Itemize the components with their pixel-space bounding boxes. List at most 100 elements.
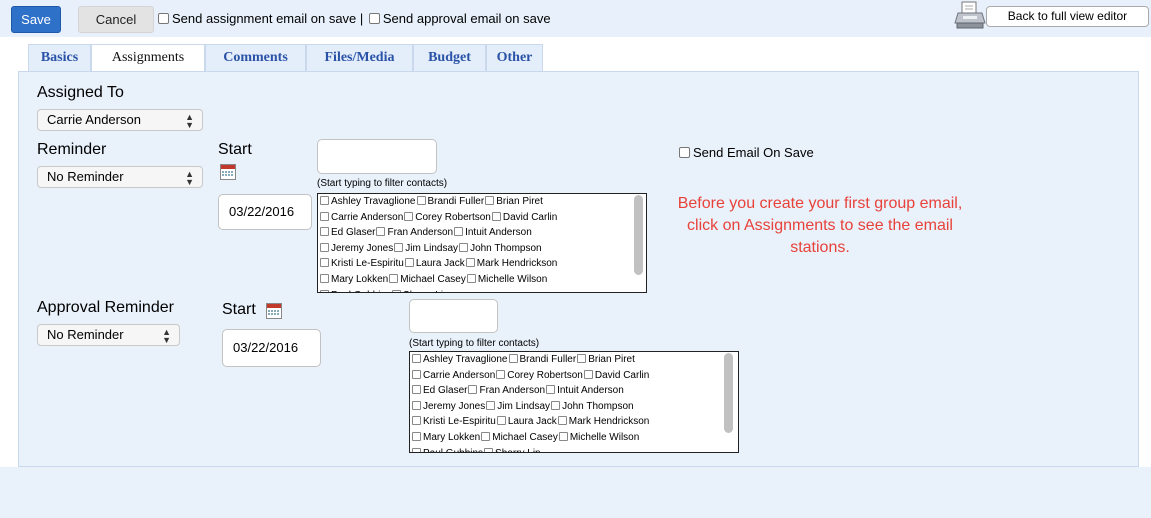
contact-checkbox[interactable] xyxy=(404,211,414,221)
cancel-button[interactable]: Cancel xyxy=(78,6,154,33)
contact-option[interactable]: Ashley Travaglione xyxy=(320,196,416,207)
contact-option[interactable]: Michelle Wilson xyxy=(558,431,639,443)
contact-option[interactable]: Mark Hendrickson xyxy=(465,258,557,269)
calendar-icon[interactable] xyxy=(220,164,236,180)
contact-checkbox[interactable] xyxy=(465,258,475,268)
contact-option[interactable]: Intuit Anderson xyxy=(546,385,624,396)
contact-option[interactable]: Paul Gubbins xyxy=(412,447,483,452)
send-email-on-save-checkbox[interactable] xyxy=(679,147,690,158)
contact-option[interactable]: John Thompson xyxy=(551,400,634,412)
tab-basics[interactable]: Basics xyxy=(28,44,91,72)
contact-checkbox[interactable] xyxy=(412,416,421,426)
contact-checkbox[interactable] xyxy=(392,289,402,292)
contact-option[interactable]: Fran Anderson xyxy=(468,385,545,396)
contact-checkbox[interactable] xyxy=(320,227,329,237)
contact-option[interactable]: Ashley Travaglione xyxy=(412,354,508,365)
contact-option[interactable]: Brian Piret xyxy=(485,196,543,207)
contact-option[interactable]: Intuit Anderson xyxy=(454,227,532,238)
contact-option[interactable]: Jim Lindsay xyxy=(394,242,458,254)
contact-checkbox[interactable] xyxy=(459,242,469,252)
contact-checkbox[interactable] xyxy=(416,196,426,205)
contact-checkbox[interactable] xyxy=(412,431,421,441)
contact-checkbox[interactable] xyxy=(404,258,414,268)
assigned-to-select[interactable]: Carrie Anderson ▲ ▼ xyxy=(37,109,203,131)
reminder-contact-filter-input[interactable] xyxy=(317,139,437,174)
contact-checkbox[interactable] xyxy=(412,354,421,363)
contact-option[interactable]: Sherry Lin xyxy=(484,447,541,452)
contact-checkbox[interactable] xyxy=(496,416,506,426)
contact-checkbox[interactable] xyxy=(484,447,494,452)
reminder-start-date-input[interactable]: 03/22/2016 xyxy=(218,194,312,230)
contact-checkbox[interactable] xyxy=(558,431,568,441)
contact-option[interactable]: Corey Robertson xyxy=(496,369,583,381)
contact-option[interactable]: Corey Robertson xyxy=(404,211,491,223)
tab-files-media[interactable]: Files/Media xyxy=(306,44,413,72)
approval-start-date-input[interactable]: 03/22/2016 xyxy=(222,329,321,367)
contact-checkbox[interactable] xyxy=(551,400,561,410)
contact-checkbox[interactable] xyxy=(496,369,506,379)
contact-checkbox[interactable] xyxy=(376,227,386,237)
approval-contact-filter-input[interactable] xyxy=(409,299,498,333)
contact-checkbox[interactable] xyxy=(412,385,421,395)
contact-option[interactable]: David Carlin xyxy=(583,369,649,381)
contact-checkbox[interactable] xyxy=(389,273,399,283)
save-button[interactable]: Save xyxy=(11,6,61,33)
contact-checkbox[interactable] xyxy=(412,369,421,379)
contact-option[interactable]: Carrie Anderson xyxy=(320,211,403,223)
contact-option[interactable]: Laura Jack xyxy=(404,258,465,269)
contact-option[interactable]: John Thompson xyxy=(459,242,542,254)
contact-checkbox[interactable] xyxy=(546,385,556,395)
contact-checkbox[interactable] xyxy=(557,416,567,426)
contact-option[interactable]: Mary Lokken xyxy=(412,431,480,443)
contact-checkbox[interactable] xyxy=(466,273,476,283)
contact-checkbox[interactable] xyxy=(320,289,329,292)
scrollbar-thumb[interactable] xyxy=(634,195,643,275)
contact-option[interactable]: Brandi Fuller xyxy=(416,196,484,207)
contact-checkbox[interactable] xyxy=(486,400,496,410)
contact-option[interactable]: David Carlin xyxy=(491,211,557,223)
contact-option[interactable]: Jeremy Jones xyxy=(320,242,393,254)
contact-checkbox[interactable] xyxy=(485,196,495,205)
tab-budget[interactable]: Budget xyxy=(413,44,486,72)
contact-option[interactable]: Brian Piret xyxy=(577,354,635,365)
contact-option[interactable]: Kristi Le-Espiritu xyxy=(320,258,404,269)
contact-option[interactable]: Michelle Wilson xyxy=(466,273,547,285)
contact-option[interactable]: Sherry Lin xyxy=(392,289,449,292)
contact-option[interactable]: Brandi Fuller xyxy=(508,354,576,365)
contact-checkbox[interactable] xyxy=(454,227,464,237)
approval-reminder-select[interactable]: No Reminder ▲ ▼ xyxy=(37,324,180,346)
contact-checkbox[interactable] xyxy=(320,211,329,221)
send-assignment-email-checkbox[interactable] xyxy=(158,13,169,24)
contact-checkbox[interactable] xyxy=(577,354,587,363)
contact-option[interactable]: Carrie Anderson xyxy=(412,369,495,381)
contact-checkbox[interactable] xyxy=(481,431,491,441)
contact-checkbox[interactable] xyxy=(394,242,404,252)
contact-option[interactable]: Kristi Le-Espiritu xyxy=(412,416,496,427)
contact-checkbox[interactable] xyxy=(491,211,501,221)
back-to-full-view-editor-button[interactable]: Back to full view editor xyxy=(986,6,1149,27)
tab-other[interactable]: Other xyxy=(486,44,543,72)
tab-assignments[interactable]: Assignments xyxy=(91,44,205,73)
contact-option[interactable]: Michael Casey xyxy=(389,273,466,285)
contact-option[interactable]: Fran Anderson xyxy=(376,227,453,238)
contact-checkbox[interactable] xyxy=(468,385,478,395)
contact-option[interactable]: Michael Casey xyxy=(481,431,558,443)
contact-option[interactable]: Ed Glaser xyxy=(412,385,467,396)
contact-option[interactable]: Jeremy Jones xyxy=(412,400,485,412)
contact-option[interactable]: Ed Glaser xyxy=(320,227,375,238)
contact-checkbox[interactable] xyxy=(412,447,421,452)
send-approval-email-checkbox[interactable] xyxy=(368,13,380,24)
scrollbar-thumb[interactable] xyxy=(724,353,733,433)
contact-checkbox[interactable] xyxy=(583,369,593,379)
contact-option[interactable]: Laura Jack xyxy=(496,416,557,427)
calendar-icon[interactable] xyxy=(266,303,282,319)
contact-option[interactable]: Jim Lindsay xyxy=(486,400,550,412)
contact-checkbox[interactable] xyxy=(320,196,329,205)
contact-option[interactable]: Mary Lokken xyxy=(320,273,388,285)
contact-checkbox[interactable] xyxy=(320,273,329,283)
contact-option[interactable]: Mark Hendrickson xyxy=(557,416,649,427)
tab-comments[interactable]: Comments xyxy=(205,44,306,72)
printer-icon[interactable] xyxy=(953,1,987,31)
contact-checkbox[interactable] xyxy=(320,242,329,252)
contact-checkbox[interactable] xyxy=(412,400,421,410)
